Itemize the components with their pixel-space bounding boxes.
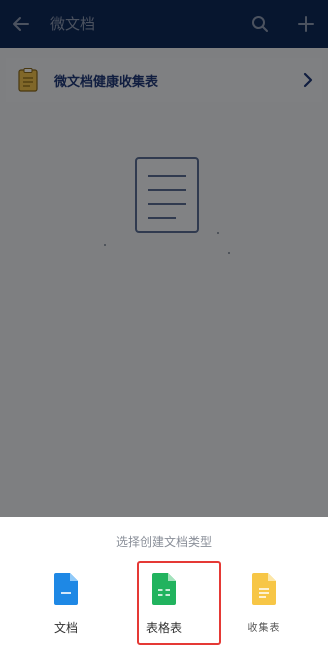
create-form-option[interactable]: 收集表 <box>228 573 300 643</box>
sheet-title: 选择创建文档类型 <box>115 535 212 549</box>
form-icon <box>252 573 276 605</box>
option-label: 收集表 <box>247 623 281 634</box>
dim-overlay[interactable] <box>0 0 328 517</box>
doc-icon <box>54 573 78 605</box>
screen: 微文档 微文档健康收集表 选择创建文档类型 文档 表格表 收集表 <box>0 0 328 647</box>
option-label: 文档 <box>53 621 78 635</box>
highlight-box <box>137 561 221 645</box>
create-doc-option[interactable]: 文档 <box>30 573 102 643</box>
